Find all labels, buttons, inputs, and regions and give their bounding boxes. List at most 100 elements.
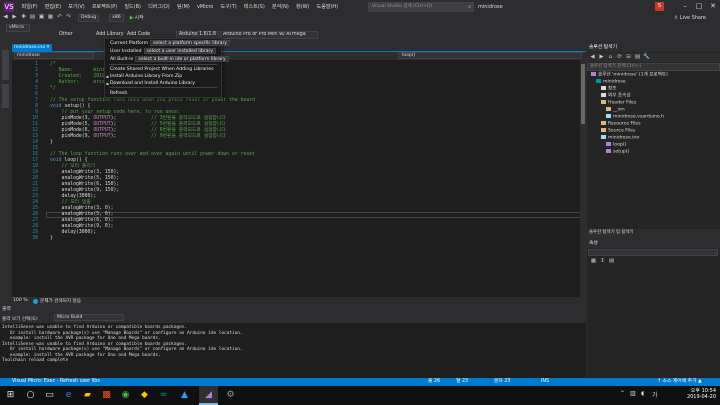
code-editor[interactable]: 1/*2 Name: minidrose.ino3 Created: 2019-…: [12, 60, 586, 297]
menu-item[interactable]: 창(W): [292, 2, 313, 12]
arduino-icon[interactable]: ∞: [157, 389, 170, 402]
tree-item[interactable]: setup(): [606, 149, 629, 156]
tree-item[interactable]: minidrose.ino: [601, 135, 639, 142]
tree-item[interactable]: loop(): [606, 142, 626, 149]
properties-object-select[interactable]: [588, 249, 718, 256]
toolbox-tab[interactable]: [2, 84, 9, 108]
tree-item[interactable]: Source Files: [601, 128, 635, 135]
show-all-icon[interactable]: ▤: [634, 54, 641, 61]
search-icon[interactable]: ○: [24, 389, 37, 402]
visual-studio-icon[interactable]: ◢: [202, 389, 215, 402]
collapse-icon[interactable]: ⊟: [625, 54, 632, 61]
board-select[interactable]: Arduino Pro or Pro Mini w/ ATmega: [220, 31, 318, 39]
maximize-icon[interactable]: □: [692, 0, 706, 12]
chrome-icon[interactable]: ◉: [119, 389, 132, 402]
ime-icon[interactable]: 가: [652, 390, 658, 399]
menu-item[interactable]: 테스트(S): [240, 2, 268, 12]
settings-icon[interactable]: ⚙: [224, 389, 237, 402]
library-select[interactable]: select a user installed library: [143, 48, 217, 54]
library-select[interactable]: select a built-in ide or platform librar…: [135, 56, 229, 62]
menu-item[interactable]: 도구(T): [217, 2, 240, 12]
library-select[interactable]: select a platform specific library: [150, 40, 231, 46]
dropdown-item[interactable]: All Built-in select a built-in ide or pla…: [105, 56, 229, 63]
categorized-icon[interactable]: ▦: [590, 258, 597, 265]
properties-icon[interactable]: 🔧: [643, 54, 650, 61]
solution-explorer-tabs[interactable]: 솔루션 탐색기 팀 탐색기: [587, 229, 720, 236]
menu-item[interactable]: 보기(V): [65, 2, 89, 12]
edge-icon[interactable]: e: [62, 389, 75, 402]
dropdown-item[interactable]: Current Platform select a platform specif…: [105, 40, 231, 47]
photos-icon[interactable]: ▲: [178, 389, 191, 402]
issues-indicator[interactable]: 문제가 검색되지 않음: [40, 298, 81, 304]
dropdown-item[interactable]: ▪ Download and Install Arduino Library: [105, 80, 221, 87]
menu-item[interactable]: 디버그(D): [145, 2, 174, 12]
menu-item[interactable]: 도움말(H): [313, 2, 342, 12]
close-icon[interactable]: ✕: [46, 44, 50, 51]
menu-item[interactable]: vMicro: [193, 2, 217, 12]
tree-item[interactable]: 참조: [601, 86, 616, 93]
file-explorer-icon[interactable]: ▰: [81, 389, 94, 402]
menu-item[interactable]: 분석(N): [268, 2, 292, 12]
forward-icon[interactable]: ▶: [598, 54, 605, 61]
platform-select[interactable]: x86: [109, 13, 124, 22]
new-project-icon[interactable]: ✚: [20, 14, 27, 21]
zoom-level[interactable]: 100 %: [13, 298, 28, 303]
menu-item[interactable]: 팀(M): [173, 2, 193, 12]
tree-item[interactable]: minidrose: [596, 79, 626, 86]
save-all-icon[interactable]: ▦: [47, 14, 54, 21]
tree-item[interactable]: minidrose.vsarduino.h: [606, 114, 664, 121]
property-pages-icon[interactable]: ▤: [608, 258, 615, 265]
back-icon[interactable]: ◀: [589, 54, 596, 61]
home-icon[interactable]: ⌂: [607, 54, 614, 61]
tree-item[interactable]: 외부 종속성: [601, 93, 631, 100]
nav-file-select[interactable]: minidrose: [14, 52, 94, 59]
task-view-icon[interactable]: ▭: [43, 389, 56, 402]
tree-item[interactable]: Resource Files: [601, 121, 641, 128]
system-clock[interactable]: 오후 10:54 2019-04-20: [687, 388, 716, 400]
code-line[interactable]: 30}: [12, 236, 586, 242]
forward-icon[interactable]: ▶: [11, 14, 18, 21]
output-pane[interactable]: IntelliSense was unable to find Arduino …: [0, 323, 586, 378]
tree-item[interactable]: 솔루션 'minidrose' (1개 프로젝트): [591, 72, 668, 79]
windows-start-icon[interactable]: ⊞: [4, 389, 17, 402]
tray-expand-icon[interactable]: ⌃: [620, 390, 625, 397]
network-icon[interactable]: ▥: [630, 390, 636, 397]
redo-icon[interactable]: ↷: [65, 14, 72, 21]
vmicro-select[interactable]: vMicro: [6, 24, 30, 32]
server-explorer-tab[interactable]: [2, 50, 9, 80]
store-icon[interactable]: ▩: [100, 389, 113, 402]
dropdown-item[interactable]: User Installed select a user installed li…: [105, 48, 221, 55]
open-icon[interactable]: ▤: [29, 14, 36, 21]
menu-item[interactable]: 빌드(B): [121, 2, 145, 12]
quick-launch-input[interactable]: Visual Studio 검색 (Ctrl+Q) ⌕: [368, 2, 474, 12]
sync-icon[interactable]: ⟳: [616, 54, 623, 61]
alphabetical-icon[interactable]: ↕: [599, 258, 606, 265]
source-control-button[interactable]: ↑ 소스 제어에 추가 ▲: [657, 378, 702, 386]
back-icon[interactable]: ◀: [2, 14, 9, 21]
close-icon[interactable]: ✕: [706, 0, 720, 12]
menu-item[interactable]: 파일(F): [18, 2, 41, 12]
add-code-button[interactable]: Add Code: [127, 32, 150, 37]
output-source-select[interactable]: Micro Build: [54, 314, 124, 321]
tree-item[interactable]: Header Files: [601, 100, 636, 107]
dropdown-item[interactable]: Create Shared Project When Adding Librar…: [105, 66, 221, 73]
start-button[interactable]: ▶시작: [130, 14, 144, 21]
add-library-button[interactable]: Add Library: [96, 32, 124, 37]
tab-minidrose-ino[interactable]: minidrose.ino ✕: [12, 44, 52, 51]
avatar[interactable]: S: [655, 2, 664, 11]
volume-icon[interactable]: ◖: [641, 390, 644, 397]
menu-item[interactable]: 프로젝트(P): [88, 2, 121, 12]
other-menu[interactable]: Other: [59, 32, 73, 37]
nav-function-select[interactable]: loop(): [398, 52, 582, 59]
save-icon[interactable]: ▣: [38, 14, 45, 21]
undo-icon[interactable]: ↶: [56, 14, 63, 21]
kakaotalk-icon[interactable]: ◆: [138, 389, 151, 402]
minimize-icon[interactable]: –: [678, 0, 692, 12]
dropdown-item[interactable]: Refresh: [105, 90, 221, 97]
menu-item[interactable]: 편집(E): [41, 2, 64, 12]
solution-search-input[interactable]: 솔루션 탐색기 검색(Ctrl+;): [587, 63, 720, 71]
tree-item[interactable]: __vm: [606, 107, 625, 114]
dropdown-item[interactable]: ▪ Install Arduino Library From Zip: [105, 73, 221, 80]
configuration-select[interactable]: Debug: [78, 13, 100, 22]
editor-scrollbar-thumb[interactable]: [581, 64, 585, 124]
